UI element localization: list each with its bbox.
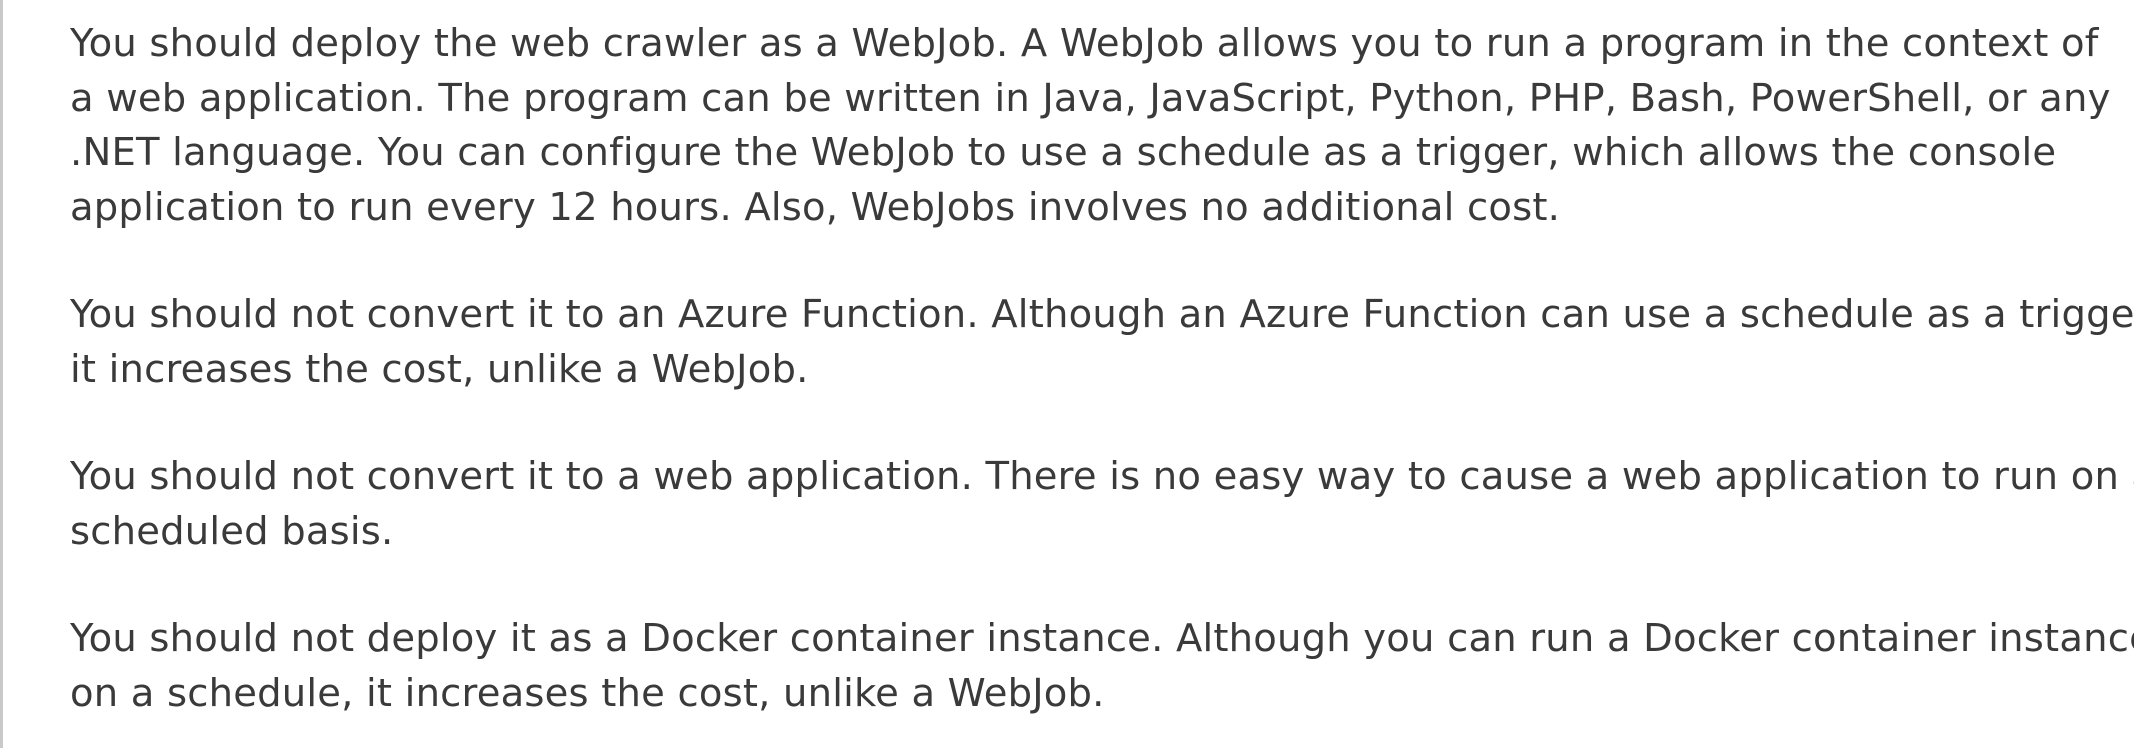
explanation-text: You should deploy the web crawler as a W… bbox=[70, 17, 2134, 721]
text-line: You should not convert it to an Azure Fu… bbox=[70, 292, 2134, 337]
text-line: You should not convert it to a web appli… bbox=[70, 454, 2134, 499]
text-line: on a schedule, it increases the cost, un… bbox=[70, 670, 1105, 716]
text-line: You should not deploy it as a Docker con… bbox=[70, 616, 2134, 661]
paragraph-azure-function: You should not convert it to an Azure Fu… bbox=[70, 288, 2134, 397]
paragraph-web-application: You should not convert it to a web appli… bbox=[70, 450, 2134, 559]
left-border-rule bbox=[0, 0, 3, 748]
text-line: You should deploy the web crawler as a W… bbox=[70, 21, 2099, 66]
paragraph-docker-container: You should not deploy it as a Docker con… bbox=[70, 612, 2134, 721]
text-line: .NET language. You can configure the Web… bbox=[70, 130, 2057, 175]
text-line: a web application. The program can be wr… bbox=[70, 75, 2111, 121]
text-line: application to run every 12 hours. Also,… bbox=[70, 184, 1561, 230]
paragraph-webjob: You should deploy the web crawler as a W… bbox=[70, 17, 2120, 235]
text-line: it increases the cost, unlike a WebJob. bbox=[70, 346, 809, 392]
text-line: scheduled basis. bbox=[70, 508, 394, 554]
